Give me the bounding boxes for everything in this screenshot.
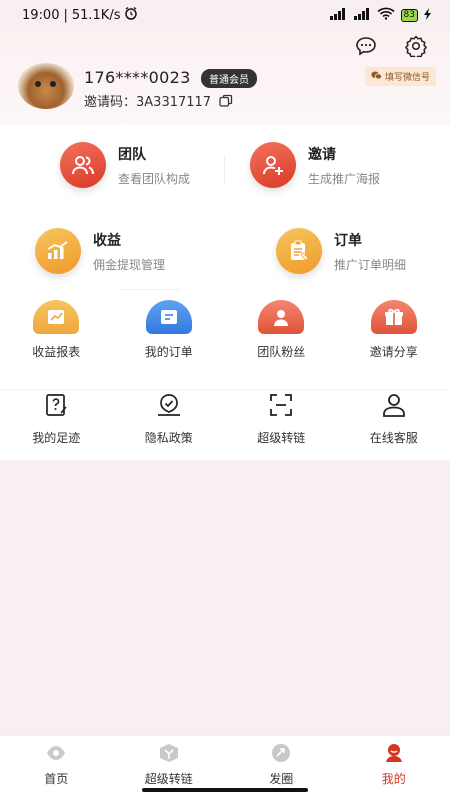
footprint-icon	[41, 390, 71, 420]
avatar[interactable]	[18, 63, 74, 109]
shortcut-team-fans[interactable]: 团队粉丝	[225, 300, 338, 360]
invite-code-text: 邀请码：3A3317117	[84, 91, 211, 110]
alarm-icon	[124, 6, 138, 24]
invite-code-label: 邀请码：	[84, 95, 137, 110]
signal-icon	[329, 7, 347, 23]
tool-super-link-label: 超级转链	[257, 431, 306, 445]
shortcut-gift-share-label: 邀请分享	[369, 345, 418, 359]
network-speed: 51.1K/s	[71, 7, 121, 23]
section-divider-left	[120, 289, 180, 290]
my-orders-icon	[145, 300, 192, 334]
orders-entry[interactable]: 订单 推广订单明细	[276, 228, 406, 274]
invite-code-row: 邀请码：3A3317117	[84, 91, 233, 110]
fill-wechat-button[interactable]: 填写微信号	[364, 67, 436, 86]
wifi-icon	[377, 7, 395, 23]
tool-super-link[interactable]: 超级转链	[225, 390, 338, 446]
invite-text: 邀请 生成推广海报	[308, 144, 380, 187]
team-title: 团队	[118, 146, 146, 163]
user-phone: 176****0023	[84, 68, 191, 87]
tool-footprint[interactable]: 我的足迹	[0, 390, 113, 446]
invite-user-icon	[250, 142, 296, 188]
team-text: 团队 查看团队构成	[118, 144, 190, 187]
status-right: 83	[329, 7, 432, 23]
earnings-text: 收益 佣金提现管理	[93, 230, 165, 273]
invite-entry[interactable]: 邀请 生成推广海报	[250, 142, 380, 188]
status-divider: |	[63, 7, 68, 23]
tool-row: 我的足迹 隐私政策 超级转链 在线客服	[0, 389, 450, 446]
avatar-eye-right	[50, 81, 56, 87]
invite-subtitle: 生成推广海报	[308, 171, 381, 186]
invite-code-value: 3A3317117	[136, 95, 212, 110]
profile-header: 176****0023 普通会员 邀请码：3A3317117 填写微信号	[0, 30, 450, 125]
team-fans-icon	[258, 300, 305, 334]
tab-profile-label: 我的	[381, 772, 406, 786]
shortcut-my-orders-label: 我的订单	[144, 345, 193, 359]
super-link-icon	[158, 743, 180, 767]
tool-privacy-label: 隐私政策	[144, 431, 193, 445]
earnings-entry[interactable]: 收益 佣金提现管理	[35, 228, 165, 274]
invite-title: 邀请	[308, 146, 336, 163]
customer-service-icon	[379, 390, 409, 420]
tool-footprint-label: 我的足迹	[32, 431, 81, 445]
tab-home-label: 首页	[44, 772, 69, 786]
team-entry[interactable]: 团队 查看团队构成	[60, 142, 190, 188]
member-level-badge: 普通会员	[201, 69, 257, 88]
shortcut-row: 收益报表 我的订单 团队粉丝 邀请分享	[0, 300, 450, 360]
charging-icon	[424, 7, 432, 23]
tool-customer-service-label: 在线客服	[369, 431, 418, 445]
status-left: 19:00 | 51.1K/s	[22, 6, 138, 24]
status-time: 19:00	[22, 7, 60, 23]
settings-gear-icon[interactable]	[404, 34, 428, 58]
earnings-chart-icon	[35, 228, 81, 274]
fill-wechat-label: 填写微信号	[384, 73, 430, 83]
home-icon	[45, 743, 67, 767]
earnings-report-icon	[33, 300, 80, 334]
shortcut-earnings-report-label: 收益报表	[32, 345, 81, 359]
shortcut-earnings-report[interactable]: 收益报表	[0, 300, 113, 360]
battery-icon: 83	[400, 8, 418, 22]
tab-share-circle-label: 发圈	[269, 772, 294, 786]
signal-icon-2	[353, 7, 371, 23]
orders-subtitle: 推广订单明细	[334, 257, 407, 272]
team-icon	[60, 142, 106, 188]
shortcut-gift-share[interactable]: 邀请分享	[338, 300, 450, 360]
tab-super-link-label: 超级转链	[144, 772, 193, 786]
team-subtitle: 查看团队构成	[118, 171, 191, 186]
privacy-shield-icon	[154, 390, 184, 420]
shortcut-my-orders[interactable]: 我的订单	[113, 300, 226, 360]
tab-profile[interactable]: 我的	[338, 736, 450, 800]
avatar-eye-left	[35, 81, 41, 87]
order-clipboard-icon	[276, 228, 322, 274]
status-bar: 19:00 | 51.1K/s 83	[0, 0, 450, 30]
home-indicator[interactable]	[142, 788, 308, 792]
orders-text: 订单 推广订单明细	[334, 230, 406, 273]
earnings-title: 收益	[93, 232, 121, 249]
shortcut-team-fans-label: 团队粉丝	[257, 345, 306, 359]
tab-home[interactable]: 首页	[0, 736, 113, 800]
tool-customer-service[interactable]: 在线客服	[338, 390, 450, 446]
earnings-subtitle: 佣金提现管理	[93, 257, 166, 272]
profile-icon	[383, 743, 405, 767]
header-actions	[354, 34, 428, 58]
gift-share-icon	[370, 300, 417, 334]
orders-title: 订单	[334, 232, 362, 249]
primary-divider	[224, 155, 225, 185]
tool-privacy[interactable]: 隐私政策	[113, 390, 226, 446]
copy-icon[interactable]	[219, 94, 233, 108]
message-icon[interactable]	[354, 34, 378, 58]
share-circle-icon	[270, 743, 292, 767]
main-card: 团队 查看团队构成 邀请 生成推广海报 收益 佣金提现管理 订单 推广订单明细	[0, 125, 450, 460]
wechat-icon	[371, 71, 382, 83]
scan-frame-icon	[266, 390, 296, 420]
